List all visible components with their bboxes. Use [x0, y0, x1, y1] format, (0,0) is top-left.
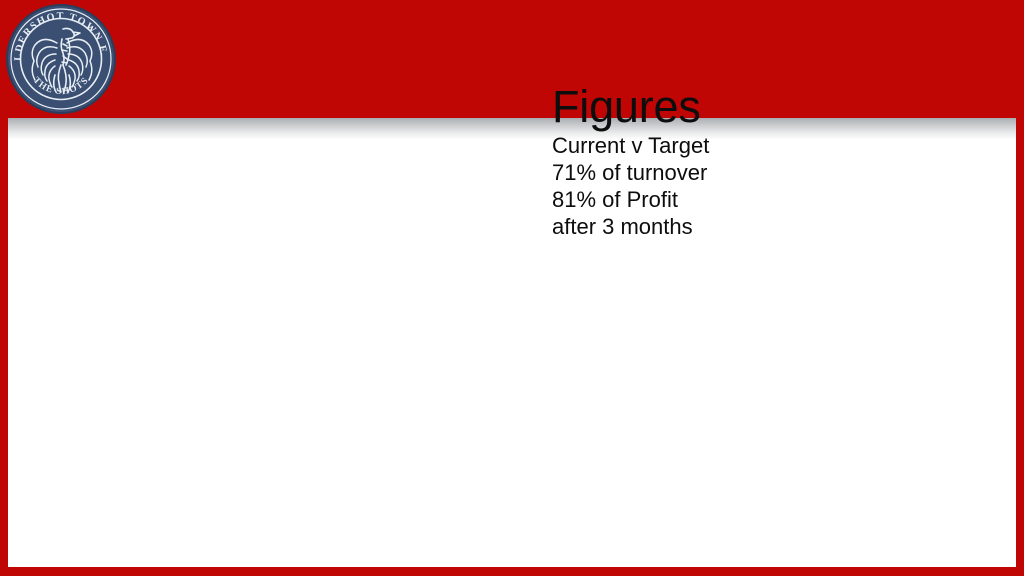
slide-text-block: Figures Current v Target 71% of turnover…: [552, 82, 972, 240]
club-crest-icon: ALDERSHOT TOWN F.C. THE SHOTS: [5, 3, 117, 115]
body-line-turnover: 71% of turnover: [552, 160, 708, 185]
page-title: Figures: [552, 81, 701, 132]
body-line-profit: 81% of Profit: [552, 187, 678, 212]
body-line-period: after 3 months: [552, 214, 693, 239]
presentation-slide: ALDERSHOT TOWN F.C. THE SHOTS: [0, 0, 1024, 576]
body-line-current-v-target: Current v Target: [552, 133, 710, 158]
